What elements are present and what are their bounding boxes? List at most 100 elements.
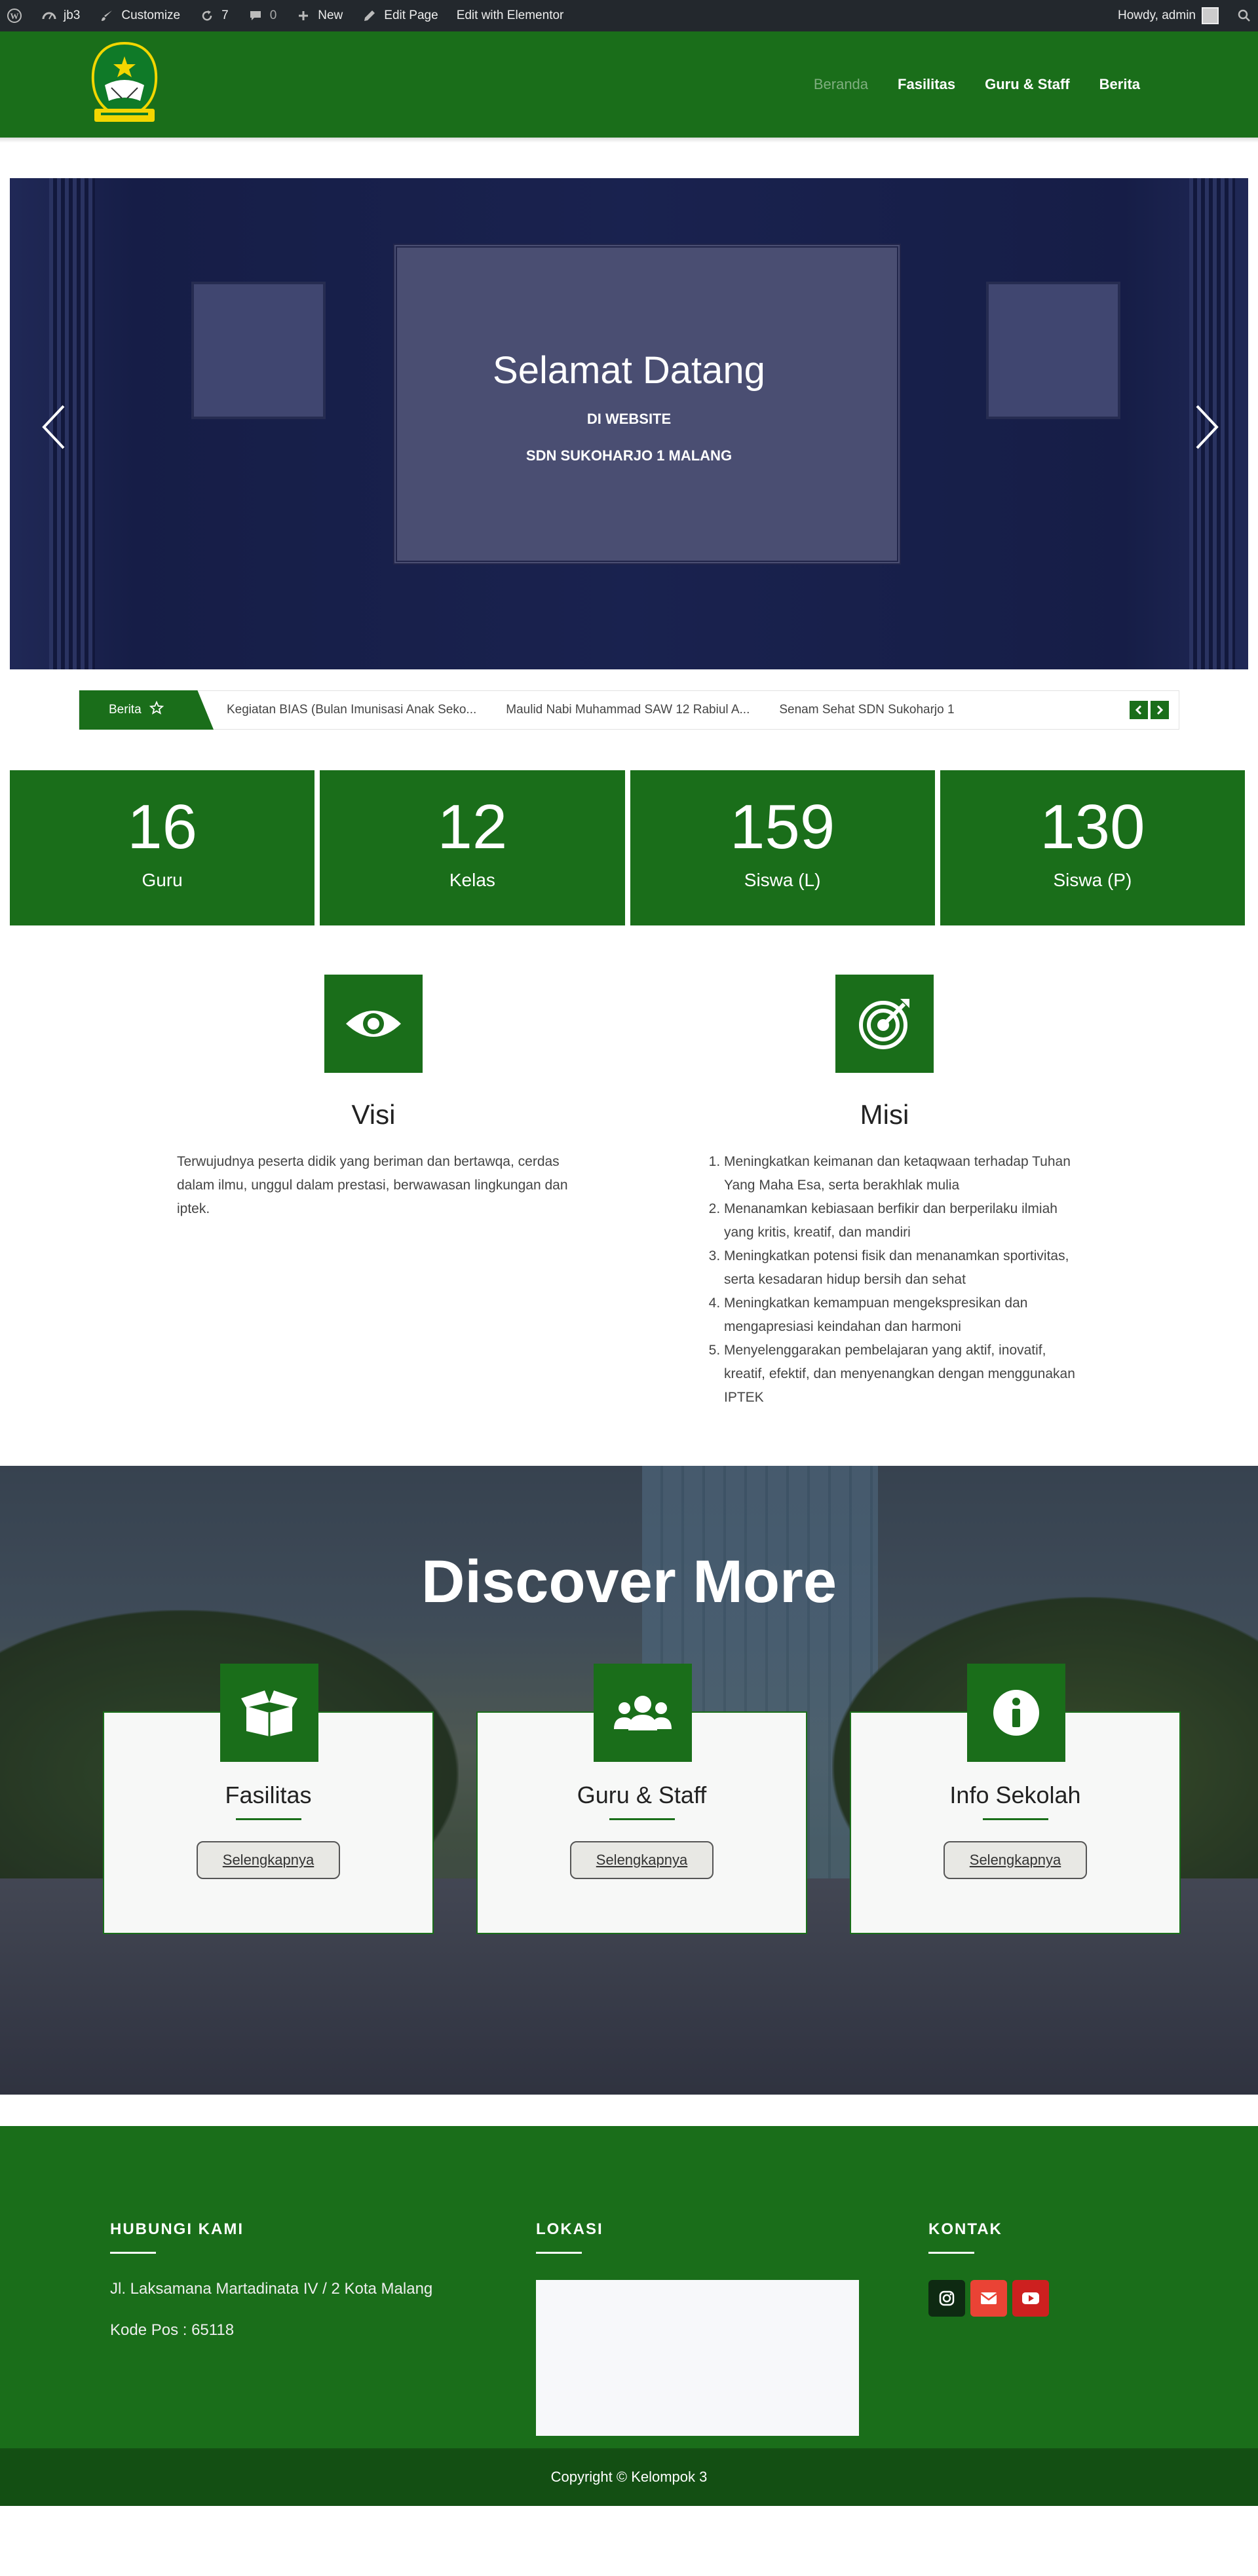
pencil-icon — [361, 7, 378, 24]
ticker-item[interactable]: Senam Sehat SDN Sukoharjo 1 — [779, 703, 954, 717]
card-divider — [982, 1818, 1048, 1820]
admin-site-link[interactable]: jb3 — [41, 7, 80, 24]
ticker-item[interactable]: Maulid Nabi Muhammad SAW 12 Rabiul A... — [506, 703, 750, 717]
stat-siswa-l: 159 Siswa (L) — [630, 770, 935, 925]
admin-updates-count: 7 — [221, 9, 229, 22]
misi-item: Meningkatkan keimanan dan ketaqwaan terh… — [724, 1150, 1081, 1197]
visi-text: Terwujudnya peserta didik yang beriman d… — [177, 1154, 568, 1216]
slider-prev-icon[interactable] — [37, 401, 70, 453]
brush-icon — [98, 7, 115, 24]
admin-edit-elementor-label: Edit with Elementor — [456, 9, 564, 22]
card-divider — [609, 1818, 675, 1820]
misi-item: Meningkatkan kemampuan mengekspresikan d… — [724, 1292, 1081, 1339]
footer-kontak-title: KONTAK — [928, 2220, 1002, 2238]
comment-icon — [247, 7, 264, 24]
admin-new-link[interactable]: New — [295, 7, 343, 24]
hero-subtitle-2: SDN SUKOHARJO 1 MALANG — [525, 447, 733, 464]
misi-item: Meningkatkan potensi fisik dan menanamka… — [724, 1244, 1081, 1292]
wordpress-logo-icon[interactable]: W — [7, 8, 22, 24]
stat-guru: 16 Guru — [10, 770, 315, 925]
eye-icon — [324, 975, 423, 1073]
card-divider — [235, 1818, 301, 1820]
footer-map[interactable] — [536, 2280, 859, 2436]
hero-slider: Selamat Datang DI WEBSITE SDN SUKOHARJO … — [10, 178, 1248, 669]
stat-value: 16 — [127, 792, 198, 862]
admin-edit-page-link[interactable]: Edit Page — [361, 7, 438, 24]
instagram-icon[interactable] — [928, 2280, 965, 2317]
refresh-icon — [199, 7, 216, 24]
stat-value: 159 — [730, 792, 835, 862]
admin-updates-link[interactable]: 7 — [199, 7, 229, 24]
admin-edit-page-label: Edit Page — [384, 9, 438, 22]
nav-guru-staff[interactable]: Guru & Staff — [985, 76, 1070, 93]
discover-title: Discover More — [421, 1548, 837, 1615]
school-logo[interactable] — [85, 41, 164, 128]
plus-icon — [295, 7, 312, 24]
nav-beranda[interactable]: Beranda — [814, 76, 868, 93]
nav-fasilitas[interactable]: Fasilitas — [898, 76, 955, 93]
stat-label: Siswa (L) — [744, 870, 821, 890]
admin-customize-link[interactable]: Customize — [98, 7, 180, 24]
footer-postal: Kode Pos : 65118 — [110, 2321, 235, 2339]
youtube-icon[interactable] — [1012, 2280, 1049, 2317]
svg-text:W: W — [10, 11, 19, 21]
card-title: Info Sekolah — [949, 1782, 1081, 1808]
copyright: Copyright © Kelompok 3 — [0, 2448, 1258, 2506]
admin-comments-link[interactable]: 0 — [247, 7, 276, 24]
box-open-icon — [220, 1664, 318, 1762]
admin-account-link[interactable]: Howdy, admin — [1118, 7, 1219, 24]
visi-column: Visi Terwujudnya peserta didik yang beri… — [177, 975, 570, 1466]
star-icon — [149, 700, 164, 719]
admin-howdy: Howdy, admin — [1118, 9, 1196, 22]
footer-divider — [536, 2252, 582, 2254]
footer-lokasi-title: LOKASI — [536, 2220, 603, 2238]
visi-title: Visi — [351, 1099, 396, 1130]
footer-lokasi: LOKASI — [536, 2220, 859, 2436]
avatar — [1202, 7, 1219, 24]
ticker-item[interactable]: Kegiatan BIAS (Bulan Imunisasi Anak Seko… — [227, 703, 476, 717]
stat-siswa-p: 130 Siswa (P) — [940, 770, 1245, 925]
admin-new-label: New — [318, 9, 343, 22]
ticker-items: Kegiatan BIAS (Bulan Imunisasi Anak Seko… — [214, 703, 1130, 717]
users-icon — [594, 1664, 692, 1762]
footer-hubungi-title: HUBUNGI KAMI — [110, 2220, 244, 2238]
misi-item: Menanamkan kebiasaan berfikir dan berper… — [724, 1197, 1081, 1244]
card-title: Fasilitas — [225, 1782, 312, 1808]
email-icon[interactable] — [970, 2280, 1007, 2317]
admin-search-icon[interactable] — [1237, 9, 1251, 23]
main-nav: Beranda Fasilitas Guru & Staff Berita — [814, 76, 1140, 93]
card-title: Guru & Staff — [577, 1782, 707, 1808]
footer-divider — [110, 2252, 156, 2254]
info-circle-icon — [967, 1664, 1065, 1762]
admin-customize-label: Customize — [121, 9, 181, 22]
site-footer: HUBUNGI KAMI Jl. Laksamana Martadinata I… — [0, 2126, 1258, 2506]
card-button[interactable]: Selengkapnya — [943, 1841, 1088, 1879]
site-header: Beranda Fasilitas Guru & Staff Berita — [0, 31, 1258, 138]
footer-address: Jl. Laksamana Martadinata IV / 2 Kota Ma… — [110, 2280, 433, 2298]
nav-berita[interactable]: Berita — [1099, 76, 1140, 93]
header-divider — [0, 138, 1258, 143]
hero-caption: Selamat Datang DI WEBSITE SDN SUKOHARJO … — [10, 348, 1248, 484]
misi-title: Misi — [860, 1099, 909, 1130]
stat-label: Siswa (P) — [1053, 870, 1132, 890]
target-icon — [835, 975, 934, 1073]
card-fasilitas: Fasilitas Selengkapnya — [103, 1664, 434, 1934]
slider-next-icon[interactable] — [1191, 401, 1223, 453]
admin-edit-elementor-link[interactable]: Edit with Elementor — [457, 9, 564, 23]
stat-value: 12 — [437, 792, 508, 862]
footer-divider — [928, 2252, 974, 2254]
news-ticker: Berita Kegiatan BIAS (Bulan Imunisasi An… — [79, 690, 1179, 730]
discover-section: Discover More Fasilitas Selengkapnya Gur… — [0, 1466, 1258, 2095]
ticker-prev-icon[interactable] — [1130, 701, 1148, 719]
card-button[interactable]: Selengkapnya — [196, 1841, 341, 1879]
footer-hubungi: HUBUNGI KAMI Jl. Laksamana Martadinata I… — [110, 2220, 432, 2362]
wp-admin-bar: W jb3 Customize 7 0 New Edit Page Edit w… — [0, 0, 1258, 31]
stat-value: 130 — [1040, 792, 1145, 862]
card-button[interactable]: Selengkapnya — [569, 1841, 714, 1879]
card-guru-staff: Guru & Staff Selengkapnya — [476, 1664, 807, 1934]
ticker-next-icon[interactable] — [1151, 701, 1169, 719]
stats-section: 16 Guru 12 Kelas 159 Siswa (L) 130 Siswa… — [10, 770, 1245, 925]
misi-item: Menyelenggarakan pembelajaran yang aktif… — [724, 1339, 1081, 1409]
stat-kelas: 12 Kelas — [320, 770, 625, 925]
misi-column: Misi Meningkatkan keimanan dan ketaqwaan… — [688, 975, 1081, 1466]
